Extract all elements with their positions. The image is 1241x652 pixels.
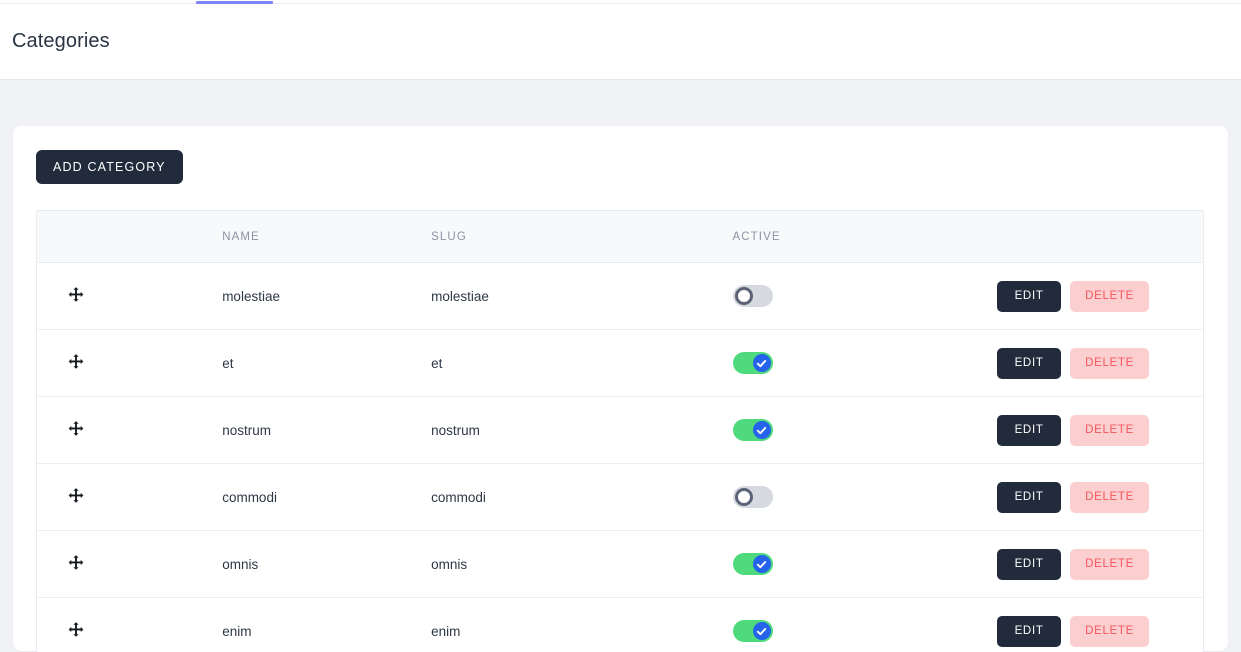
active-toggle[interactable] (732, 419, 773, 441)
move-icon[interactable] (67, 286, 85, 304)
delete-button[interactable]: DELETE (1070, 481, 1149, 513)
row-actions: EDIT DELETE (997, 615, 1203, 647)
delete-button[interactable]: DELETE (1070, 280, 1149, 312)
table-row: et et EDIT DELETE (36, 330, 1204, 397)
active-toggle[interactable] (732, 486, 773, 508)
table-body: molestiae molestiae EDIT DELETE et et EDIT DELE… (36, 263, 1204, 652)
table-row: commodi commodi EDIT DELETE (36, 464, 1204, 531)
active-toggle[interactable] (732, 553, 773, 575)
move-icon[interactable] (67, 621, 85, 639)
row-active-cell (732, 531, 998, 598)
row-handle-cell (37, 531, 130, 598)
active-toggle[interactable] (732, 285, 773, 307)
row-handle-cell (37, 464, 130, 531)
edit-button[interactable]: EDIT (997, 481, 1062, 513)
toggle-knob (752, 622, 771, 640)
delete-button[interactable]: DELETE (1070, 548, 1149, 580)
edit-button[interactable]: EDIT (997, 347, 1062, 379)
table-head: NAME SLUG ACTIVE (36, 210, 1204, 263)
row-name-cell: molestiae (222, 288, 280, 304)
edit-button[interactable]: EDIT (997, 414, 1062, 446)
move-icon[interactable] (67, 353, 85, 371)
row-actions-cell: EDIT DELETE (997, 464, 1203, 531)
column-header-name: NAME (129, 210, 432, 263)
move-icon[interactable] (67, 554, 85, 572)
content-area: ADD CATEGORY NAME SLUG ACTIVE molestiae m… (0, 80, 1241, 652)
categories-card: ADD CATEGORY NAME SLUG ACTIVE molestiae m… (13, 126, 1228, 652)
table-header-row: NAME SLUG ACTIVE (36, 210, 1204, 263)
active-toggle[interactable] (732, 352, 773, 374)
edit-button[interactable]: EDIT (997, 615, 1062, 647)
row-name-cell: et (222, 355, 234, 371)
row-name-cell: nostrum (222, 422, 271, 438)
move-icon[interactable] (67, 487, 85, 505)
move-icon[interactable] (67, 420, 85, 438)
delete-button[interactable]: DELETE (1070, 615, 1149, 647)
categories-table: NAME SLUG ACTIVE molestiae molestiae EDIT D… (36, 210, 1204, 652)
row-slug-cell: commodi (431, 489, 486, 505)
row-slug-cell: enim (431, 623, 461, 639)
row-actions: EDIT DELETE (997, 414, 1203, 446)
row-actions-cell: EDIT DELETE (997, 598, 1203, 652)
row-actions-cell: EDIT DELETE (997, 531, 1203, 598)
row-active-cell (732, 464, 998, 531)
row-slug-cell: molestiae (431, 288, 489, 304)
edit-button[interactable]: EDIT (997, 280, 1062, 312)
table-row: nostrum nostrum EDIT DELETE (36, 397, 1204, 464)
delete-button[interactable]: DELETE (1070, 347, 1149, 379)
row-handle-cell (37, 598, 130, 652)
row-actions: EDIT DELETE (997, 280, 1203, 312)
delete-button[interactable]: DELETE (1070, 414, 1149, 446)
toggle-knob (734, 287, 753, 305)
tab-strip (0, 0, 1241, 4)
row-actions: EDIT DELETE (997, 548, 1203, 580)
page-title: Categories (12, 30, 110, 52)
row-slug-cell: omnis (431, 556, 468, 572)
row-actions-cell: EDIT DELETE (997, 263, 1203, 330)
table-row: enim enim EDIT DELETE (37, 598, 1204, 652)
table-row: omnis omnis EDIT DELETE (36, 531, 1204, 598)
row-actions-cell: EDIT DELETE (997, 397, 1203, 464)
toggle-knob (752, 354, 771, 372)
row-slug-cell: et (431, 355, 443, 371)
row-handle-cell (37, 330, 130, 397)
column-header-slug: SLUG (431, 210, 733, 263)
row-actions: EDIT DELETE (997, 347, 1203, 379)
active-toggle[interactable] (732, 620, 773, 642)
row-handle-cell (37, 397, 130, 464)
column-header-actions (997, 210, 1204, 263)
row-name-cell: commodi (222, 489, 277, 505)
row-active-cell (732, 263, 998, 330)
row-name-cell: enim (222, 623, 252, 639)
active-tab-indicator (196, 1, 273, 4)
toggle-knob (752, 555, 771, 573)
table-row: molestiae molestiae EDIT DELETE (36, 263, 1204, 330)
column-header-active: ACTIVE (732, 210, 998, 263)
row-handle-cell (37, 263, 130, 330)
row-actions: EDIT DELETE (997, 481, 1203, 513)
edit-button[interactable]: EDIT (997, 548, 1062, 580)
row-active-cell (732, 330, 998, 397)
row-active-cell (732, 397, 998, 464)
page-header: Categories (0, 4, 1241, 80)
add-category-button[interactable]: ADD CATEGORY (36, 150, 183, 184)
row-active-cell (732, 598, 998, 652)
row-name-cell: omnis (222, 556, 259, 572)
column-header-handle (36, 210, 130, 263)
toggle-knob (734, 488, 753, 506)
toggle-knob (752, 421, 771, 439)
row-actions-cell: EDIT DELETE (997, 330, 1203, 397)
row-slug-cell: nostrum (431, 422, 480, 438)
